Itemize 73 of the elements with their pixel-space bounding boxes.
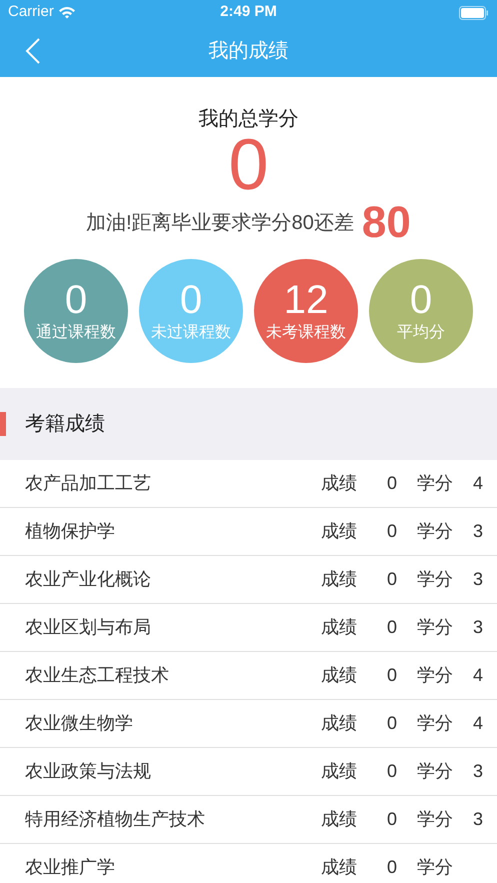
score-value: 0 xyxy=(386,856,398,879)
credit-label: 学分 xyxy=(417,760,454,783)
score-value: 0 xyxy=(386,520,398,543)
credit-label: 学分 xyxy=(417,856,454,879)
credit-value: 4 xyxy=(472,473,483,493)
course-name: 植物保护学 xyxy=(25,520,116,543)
score-value: 0 xyxy=(386,760,398,783)
course-row[interactable]: 农业区划与布局 成绩 0 学分 3 xyxy=(0,604,497,652)
credit-value: 3 xyxy=(472,809,483,829)
credit-value: 3 xyxy=(472,761,483,781)
course-row[interactable]: 农业政策与法规 成绩 0 学分 3 xyxy=(0,748,497,796)
credit-label: 学分 xyxy=(417,520,454,543)
score-value: 0 xyxy=(386,568,398,591)
course-row[interactable]: 植物保护学 成绩 0 学分 3 xyxy=(0,508,497,556)
score-value: 0 xyxy=(386,808,398,831)
score-label: 成绩 xyxy=(321,760,358,783)
credit-label: 学分 xyxy=(417,664,454,687)
course-row[interactable]: 特用经济植物生产技术 成绩 0 学分 3 xyxy=(0,796,497,844)
score-label: 成绩 xyxy=(321,664,358,687)
score-value: 0 xyxy=(386,472,398,495)
score-label: 成绩 xyxy=(321,520,358,543)
total-credit-label: 我的总学分 xyxy=(198,107,298,132)
score-value: 0 xyxy=(386,664,398,687)
course-name: 农业政策与法规 xyxy=(25,760,152,783)
course-name: 特用经济植物生产技术 xyxy=(25,808,206,831)
course-name: 农业推广学 xyxy=(25,856,116,879)
course-name: 农产品加工工艺 xyxy=(25,472,152,495)
score-label: 成绩 xyxy=(321,856,358,879)
carrier-label: Carrier xyxy=(8,2,54,22)
stat-label: 通过课程数 xyxy=(36,322,116,343)
course-name: 农业微生物学 xyxy=(25,712,134,735)
score-label: 成绩 xyxy=(321,568,358,591)
credit-value: 4 xyxy=(472,665,483,685)
stat-value: 12 xyxy=(284,278,328,322)
section-title: 考籍成绩 xyxy=(25,412,105,437)
remaining-credit-value: 80 xyxy=(362,199,411,247)
credit-value: 3 xyxy=(472,521,483,541)
credit-value: 3 xyxy=(472,569,483,589)
score-value: 0 xyxy=(386,712,398,735)
page-title: 我的成绩 xyxy=(208,39,288,64)
stat-label: 平均分 xyxy=(397,323,445,343)
stat-value: 0 xyxy=(180,278,202,322)
course-row[interactable]: 农产品加工工艺 成绩 0 学分 4 xyxy=(0,460,497,508)
status-time: 2:49 PM xyxy=(220,2,277,22)
credit-value: 3 xyxy=(472,617,483,637)
score-label: 成绩 xyxy=(321,808,358,831)
course-name: 农业区划与布局 xyxy=(25,616,152,639)
course-row[interactable]: 农业产业化概论 成绩 0 学分 3 xyxy=(0,556,497,604)
credit-label: 学分 xyxy=(417,568,454,591)
course-row[interactable]: 农业微生物学 成绩 0 学分 4 xyxy=(0,700,497,748)
back-icon xyxy=(25,38,41,64)
course-row[interactable]: 农业生态工程技术 成绩 0 学分 4 xyxy=(0,652,497,700)
remaining-credit-text: 加油!距离毕业要求学分80还差 xyxy=(86,211,354,236)
course-name: 农业生态工程技术 xyxy=(25,664,170,687)
credit-label: 学分 xyxy=(417,472,454,495)
wifi-icon xyxy=(58,6,76,19)
stat-value: 0 xyxy=(64,278,88,322)
credit-label: 学分 xyxy=(417,712,454,735)
credit-label: 学分 xyxy=(417,808,454,831)
battery-icon xyxy=(459,6,489,20)
credit-value: 4 xyxy=(472,713,483,733)
course-row[interactable]: 农业推广学 成绩 0 学分 xyxy=(0,844,497,883)
section-marker xyxy=(0,412,6,436)
credit-label: 学分 xyxy=(417,616,454,639)
score-value: 0 xyxy=(386,616,398,639)
score-label: 成绩 xyxy=(321,616,358,639)
score-label: 成绩 xyxy=(321,712,358,735)
total-credit-value: 0 xyxy=(228,133,269,197)
course-name: 农业产业化概论 xyxy=(25,568,152,591)
score-label: 成绩 xyxy=(321,472,358,495)
stat-label: 未考课程数 xyxy=(266,322,346,343)
stat-value: 0 xyxy=(410,278,432,322)
stat-label: 未过课程数 xyxy=(151,322,231,343)
